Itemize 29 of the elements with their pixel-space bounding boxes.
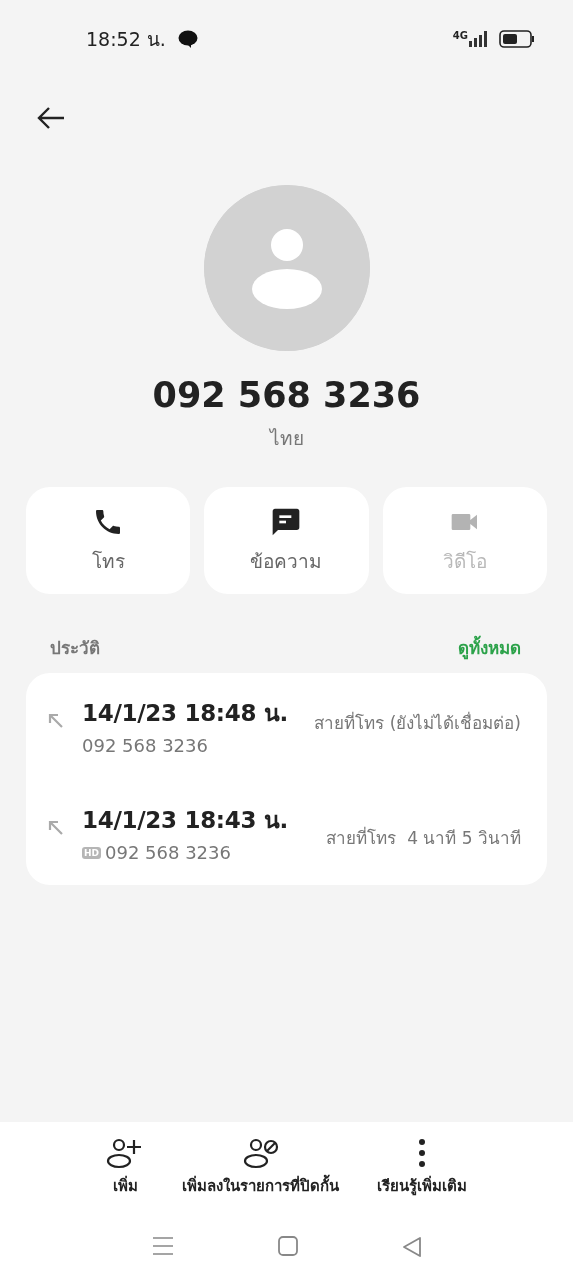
home-icon[interactable] [277,1236,298,1256]
menu-icon[interactable] [151,1236,174,1256]
more-icon [417,1138,427,1168]
signal-icon [469,31,489,47]
chat-bubble-icon [177,30,198,48]
action-button[interactable]: ข้อความ [204,487,369,594]
call-time: 14/1/23 18:48 น. [82,699,288,728]
back-nav-icon[interactable] [401,1236,422,1258]
bottom-action[interactable]: เพิ่ม [106,1136,144,1198]
history-title: ประวัติ [50,637,100,660]
bottom-action[interactable]: เพิ่มลงในรายการที่ปิดกั้น [182,1136,339,1198]
network-type: 4G [452,29,468,41]
outgoing-call-icon [48,713,64,729]
call-number: 092 568 3236 [82,735,208,756]
call-time: 14/1/23 18:43 น. [82,806,288,835]
block-contact-icon [242,1137,279,1169]
battery-icon [499,30,535,48]
contact-number: 092 568 3236 [152,375,421,415]
outgoing-call-icon [48,820,64,836]
add-contact-icon [106,1137,144,1169]
action-button[interactable]: โทร [26,487,191,594]
status-time: 18:52 น. [86,27,166,52]
bottom-action[interactable]: เรียนรู้เพิ่มเติม [377,1136,467,1198]
call-status: สายที่โทร 4 นาที 5 วินาที [326,825,521,850]
contact-location: ไทย [269,426,304,451]
call-status: สายที่โทร (ยังไม่ได้เชื่อมต่อ) [314,710,521,735]
hd-badge: HD [82,846,101,859]
back-icon[interactable] [36,106,66,130]
call-number: 092 568 3236 [105,842,231,863]
